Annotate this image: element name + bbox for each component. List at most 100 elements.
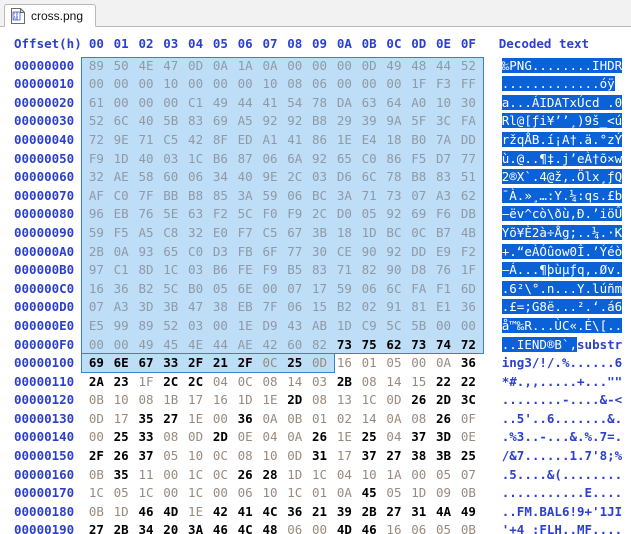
- hex-row[interactable]: 00000060 32 AE 58 60 06 34 40 9E 2C 03 D6 6C 78 B8 83 51…: [0, 168, 631, 187]
- hex-byte[interactable]: 2D: [282, 391, 307, 410]
- hex-byte[interactable]: 1F: [456, 261, 481, 280]
- hex-byte[interactable]: 64: [382, 94, 407, 113]
- hex-byte[interactable]: A1: [258, 131, 283, 150]
- hex-byte[interactable]: 06: [406, 521, 431, 534]
- hex-byte[interactable]: 08: [282, 75, 307, 94]
- decoded-text-cell[interactable]: –ëv^cò\ðù,Ð.’iöÛ: [489, 205, 623, 224]
- hex-byte[interactable]: 5E: [158, 205, 183, 224]
- hex-byte[interactable]: C0: [109, 187, 134, 206]
- hex-byte[interactable]: FB: [233, 243, 258, 262]
- decoded-text-cell[interactable]: .5....&(........: [489, 466, 622, 485]
- decoded-text-cell[interactable]: 2®X`.4@ž,.Ölx¸ƒQ: [489, 168, 623, 187]
- hex-byte[interactable]: 5B: [406, 317, 431, 336]
- decoded-text-cell[interactable]: å™‰R...ÙC«.É\[..: [489, 317, 623, 336]
- hex-byte[interactable]: BC: [382, 224, 407, 243]
- hex-byte[interactable]: 1D: [282, 466, 307, 485]
- hex-byte[interactable]: 14: [382, 373, 407, 392]
- hex-byte[interactable]: 0C: [406, 224, 431, 243]
- hex-byte[interactable]: 17: [332, 447, 357, 466]
- hex-byte[interactable]: 16: [208, 391, 233, 410]
- hex-byte[interactable]: 67: [134, 354, 159, 373]
- decoded-text-cell[interactable]: Yõ¥È2à÷Åg;..¼.·K: [489, 224, 623, 243]
- hex-byte[interactable]: AF: [84, 187, 109, 206]
- hex-byte[interactable]: 60: [282, 336, 307, 355]
- hex-byte[interactable]: 00: [258, 280, 283, 299]
- hex-byte[interactable]: 10: [158, 75, 183, 94]
- decoded-text-selected[interactable]: ù.@..¶‡.j’eÀ†õ×w: [501, 150, 623, 166]
- decoded-text-selected[interactable]: .............óÿ: [501, 76, 615, 92]
- hex-byte[interactable]: 13: [332, 391, 357, 410]
- hex-byte[interactable]: 10: [258, 447, 283, 466]
- hex-byte[interactable]: E9: [431, 243, 456, 262]
- hex-byte[interactable]: 08: [406, 410, 431, 429]
- hex-byte[interactable]: 42: [208, 503, 233, 522]
- hex-row[interactable]: 00000100 69 6E 67 33 2F 21 2F 0C 25 0D 16 01 05 00 0A 36…: [0, 354, 631, 373]
- hex-byte[interactable]: 34: [208, 168, 233, 187]
- hex-byte[interactable]: DB: [456, 205, 481, 224]
- hex-byte[interactable]: 00: [208, 484, 233, 503]
- hex-byte[interactable]: 52: [84, 112, 109, 131]
- hex-byte[interactable]: 11: [134, 466, 159, 485]
- hex-byte[interactable]: 4D: [332, 521, 357, 534]
- hex-byte[interactable]: C1: [183, 94, 208, 113]
- hex-byte[interactable]: 26: [109, 447, 134, 466]
- hex-byte[interactable]: 77: [282, 243, 307, 262]
- hex-byte[interactable]: 1D: [233, 391, 258, 410]
- hex-byte[interactable]: 00: [307, 57, 332, 76]
- hex-byte[interactable]: 62: [382, 336, 407, 355]
- hex-byte[interactable]: 9A: [382, 112, 407, 131]
- hex-row[interactable]: 00000000 89 50 4E 47 0D 0A 1A 0A 00 00 00 0D 49 48 44 52…: [0, 57, 631, 76]
- decoded-text-unselected[interactable]: .%3..-...&.%.7=.: [502, 429, 622, 444]
- hex-byte[interactable]: 0D: [84, 410, 109, 429]
- hex-byte[interactable]: 6C: [382, 280, 407, 299]
- hex-byte[interactable]: FA: [406, 280, 431, 299]
- hex-byte[interactable]: 00: [406, 466, 431, 485]
- hex-byte[interactable]: 0A: [258, 57, 283, 76]
- hex-byte[interactable]: 2C: [158, 373, 183, 392]
- hex-byte[interactable]: 96: [84, 205, 109, 224]
- hex-byte[interactable]: 5C: [158, 280, 183, 299]
- hex-byte[interactable]: 0A: [208, 57, 233, 76]
- hex-row[interactable]: 00000070 AF C0 7F BB B8 85 3A 59 06 BC 3A 71 73 07 A3 62…: [0, 187, 631, 206]
- hex-byte[interactable]: 82: [357, 261, 382, 280]
- hex-byte[interactable]: 00: [282, 57, 307, 76]
- hex-byte[interactable]: 07: [84, 298, 109, 317]
- hex-byte[interactable]: 36: [282, 503, 307, 522]
- hex-byte[interactable]: 14: [282, 373, 307, 392]
- hex-byte[interactable]: 00: [233, 75, 258, 94]
- hex-byte[interactable]: 51: [456, 168, 481, 187]
- hex-byte[interactable]: B8: [406, 168, 431, 187]
- hex-byte[interactable]: 44: [208, 336, 233, 355]
- hex-byte[interactable]: 1D: [406, 484, 431, 503]
- hex-byte[interactable]: 6E: [233, 280, 258, 299]
- hex-byte[interactable]: 0D: [183, 57, 208, 76]
- decoded-text-cell[interactable]: '+4 :FLH..MF....: [489, 521, 622, 534]
- hex-byte[interactable]: F2: [208, 205, 233, 224]
- hex-byte[interactable]: 0B: [456, 521, 481, 534]
- hex-row[interactable]: 00000080 96 EB 76 5E 63 F2 5C F0 F9 2C D0 05 92 69 F6 DB…: [0, 205, 631, 224]
- hex-byte[interactable]: 0D: [382, 391, 407, 410]
- hex-byte[interactable]: F7: [233, 224, 258, 243]
- hex-byte[interactable]: 22: [431, 373, 456, 392]
- hex-byte[interactable]: 00: [109, 336, 134, 355]
- hex-byte[interactable]: 45: [357, 484, 382, 503]
- hex-row[interactable]: 000000B0 97 C1 8D 1C 03 B6 FE F9 B5 83 71 82 90 D8 76 1F…: [0, 261, 631, 280]
- hex-byte[interactable]: 6A: [282, 150, 307, 169]
- decoded-text-cell[interactable]: .%3..-...&.%.7=.: [489, 428, 622, 447]
- hex-byte[interactable]: 92: [382, 205, 407, 224]
- hex-byte[interactable]: 75: [357, 336, 382, 355]
- hex-byte[interactable]: 06: [233, 484, 258, 503]
- hex-byte[interactable]: 09: [431, 484, 456, 503]
- hex-editor-view[interactable]: Offset(h) 00 01 02 03 04 05 06 07 08 09 0A 0B 0C 0D 0E 0…: [0, 27, 631, 534]
- hex-byte[interactable]: 6C: [109, 112, 134, 131]
- hex-byte[interactable]: 97: [84, 261, 109, 280]
- hex-byte[interactable]: 27: [84, 521, 109, 534]
- hex-byte[interactable]: CE: [332, 243, 357, 262]
- hex-byte[interactable]: 74: [431, 336, 456, 355]
- hex-byte[interactable]: 0C: [208, 466, 233, 485]
- hex-byte[interactable]: B2: [332, 298, 357, 317]
- hex-byte[interactable]: FF: [456, 75, 481, 94]
- decoded-text-selected[interactable]: 2®X`.4@ž,.Ölx¸ƒQ: [501, 169, 623, 185]
- hex-byte[interactable]: 78: [307, 94, 332, 113]
- decoded-text-cell[interactable]: ..5'..6.......&.: [489, 410, 622, 429]
